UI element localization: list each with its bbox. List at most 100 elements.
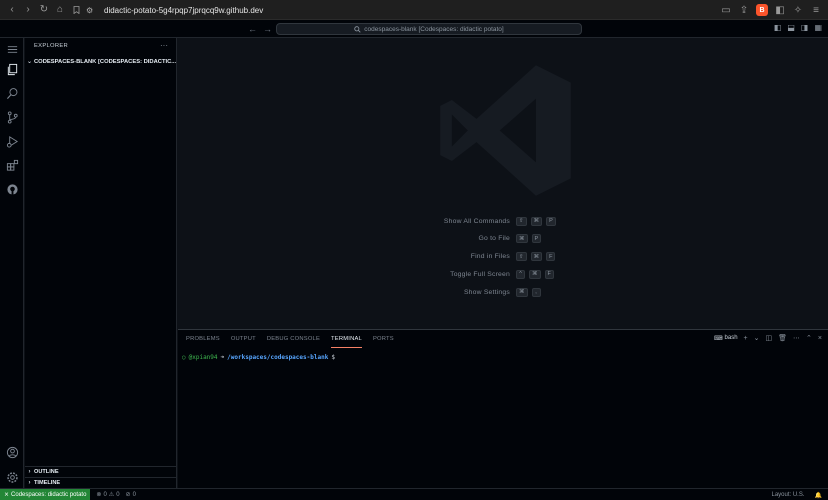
- brave-shield-icon[interactable]: B: [754, 2, 770, 18]
- source-control-icon[interactable]: [0, 106, 24, 128]
- settings-gear-icon[interactable]: [0, 466, 24, 488]
- trash-icon[interactable]: 🗑: [778, 334, 787, 342]
- terminal-shell-selector[interactable]: ⌨ bash: [714, 335, 738, 342]
- forward-icon[interactable]: ›: [20, 2, 36, 18]
- command-center-label: codespaces-blank [Codespaces: didactic p…: [364, 25, 504, 33]
- shortcut-label: Go to File: [478, 235, 510, 243]
- go-forward-icon[interactable]: →: [263, 24, 272, 34]
- shortcut-key: ,: [531, 287, 541, 297]
- reload-icon[interactable]: ↻: [36, 2, 52, 18]
- remote-label: Codespaces: didactic potato: [11, 491, 87, 498]
- shortcut-key: F: [544, 269, 554, 279]
- notifications-bell-icon[interactable]: 🔔: [815, 492, 822, 499]
- terminal-prompt[interactable]: ○ @xpian94 ➜ /workspaces/codespaces-blan…: [182, 354, 335, 361]
- customize-layout-icon[interactable]: ▦: [814, 23, 822, 32]
- menu-icon[interactable]: ≡: [808, 2, 824, 18]
- cast-icon[interactable]: ▭: [718, 2, 734, 18]
- tab-output[interactable]: OUTPUT: [231, 330, 256, 348]
- site-settings-icon[interactable]: ⚙: [86, 6, 98, 15]
- back-icon[interactable]: ‹: [4, 2, 20, 18]
- shortcut-label: Find in Files: [470, 253, 510, 261]
- warning-count: 0: [116, 491, 120, 498]
- more-actions-icon[interactable]: ···: [160, 41, 168, 50]
- search-icon: [354, 25, 361, 33]
- shortcut-label: Show Settings: [463, 288, 510, 296]
- ports-icon: ⊘: [125, 492, 131, 498]
- shortcut-label: Toggle Full Screen: [450, 270, 510, 278]
- chevron-down-icon[interactable]: ⌄: [754, 334, 760, 342]
- share-icon[interactable]: ⇪: [736, 2, 752, 18]
- panel-tabs: PROBLEMS OUTPUT DEBUG CONSOLE TERMINAL P…: [186, 330, 394, 348]
- shortcut-key: ⇧: [516, 216, 527, 226]
- more-actions-icon[interactable]: ⋯: [793, 334, 800, 342]
- prompt-symbol: $: [331, 354, 335, 361]
- chevron-down-icon: ⌄: [26, 59, 33, 65]
- prompt-status-icon: ○: [182, 354, 186, 361]
- maximize-panel-icon[interactable]: ⌃: [806, 334, 812, 342]
- run-debug-icon[interactable]: [0, 130, 24, 152]
- split-terminal-icon[interactable]: ◫: [766, 334, 773, 342]
- explorer-icon[interactable]: [0, 58, 24, 80]
- go-back-icon[interactable]: ←: [248, 24, 257, 34]
- shortcut-row[interactable]: Find in Files ⇧ ⌘ F: [408, 251, 608, 263]
- shortcut-row[interactable]: Toggle Full Screen ^ ⌘ F: [408, 268, 608, 280]
- editor-area[interactable]: Show All Commands ⇧ ⌘ P Go to File ⌘ P Find in …: [178, 38, 828, 329]
- warning-icon: ⚠: [108, 492, 115, 498]
- explorer-sidebar: EXPLORER ··· ⌄ CODESPACES-BLANK [CODESPA…: [25, 38, 177, 488]
- timeline-section-header[interactable]: › TIMELINE: [25, 477, 177, 488]
- tab-ports[interactable]: PORTS: [373, 330, 394, 348]
- problems-status[interactable]: ⊗ 0 ⚠ 0: [96, 491, 120, 499]
- chevron-right-icon: ›: [28, 480, 31, 486]
- remote-indicator[interactable]: ⨯ Codespaces: didactic potato: [0, 488, 91, 500]
- shortcut-row[interactable]: Show All Commands ⇧ ⌘ P: [408, 215, 608, 227]
- menu-icon[interactable]: [0, 38, 24, 60]
- terminal-path: /workspaces/codespaces-blank: [227, 354, 329, 361]
- remote-icon: ⨯: [4, 492, 10, 498]
- url-text: didactic-potato-5g4rpqp7jprqcq9w.github.…: [104, 5, 264, 15]
- vscode-titlebar: ← → codespaces-blank [Codespaces: didact…: [0, 20, 828, 38]
- workspace-folder-label: CODESPACES-BLANK [CODESPACES: DIDACTIC..…: [34, 58, 177, 65]
- shortcut-key: ⌘: [530, 216, 543, 226]
- shortcut-row[interactable]: Show Settings ⌘,: [408, 286, 608, 298]
- shortcut-key: P: [531, 234, 542, 244]
- tab-problems[interactable]: PROBLEMS: [186, 330, 220, 348]
- browser-toolbar: ‹ › ↻ ⌂ ⚙ didactic-potato-5g4rpqp7jprqcq…: [0, 0, 828, 20]
- activity-bar: [0, 38, 24, 488]
- bottom-panel: PROBLEMS OUTPUT DEBUG CONSOLE TERMINAL P…: [178, 329, 828, 488]
- terminal-user: @xpian94: [188, 354, 218, 361]
- leo-icon[interactable]: ✧: [790, 2, 806, 18]
- bookmark-icon[interactable]: [68, 2, 84, 18]
- tab-terminal[interactable]: TERMINAL: [331, 330, 362, 348]
- shell-name: bash: [724, 335, 738, 341]
- prompt-arrow: ➜: [220, 354, 225, 361]
- toggle-panel-icon[interactable]: ⬓: [787, 23, 795, 32]
- outline-section-header[interactable]: › OUTLINE: [25, 466, 177, 477]
- tab-debug-console[interactable]: DEBUG CONSOLE: [267, 330, 320, 348]
- extensions-icon[interactable]: [0, 154, 24, 176]
- sidebar-toggle-icon[interactable]: ◧: [772, 2, 788, 18]
- status-bar: ⨯ Codespaces: didactic potato ⊗ 0 ⚠ 0 ⊘ …: [0, 488, 828, 500]
- keyboard-layout[interactable]: Layout: U.S.: [771, 492, 804, 498]
- timeline-label: TIMELINE: [34, 480, 61, 486]
- workspace-folder-header[interactable]: ⌄ CODESPACES-BLANK [CODESPACES: DIDACTIC…: [25, 56, 177, 67]
- ports-status[interactable]: ⊘ 0: [125, 491, 136, 499]
- outline-label: OUTLINE: [34, 469, 59, 475]
- search-icon[interactable]: [0, 82, 24, 104]
- close-icon[interactable]: ×: [818, 335, 822, 342]
- home-icon[interactable]: ⌂: [52, 2, 68, 18]
- address-bar[interactable]: ⚙ didactic-potato-5g4rpqp7jprqcq9w.githu…: [86, 3, 771, 17]
- shortcut-key: ⌘: [516, 234, 528, 244]
- github-icon[interactable]: [0, 178, 24, 200]
- shortcut-key: ⌘: [530, 252, 543, 262]
- toggle-primary-sidebar-icon[interactable]: ◧: [774, 23, 782, 32]
- toggle-secondary-sidebar-icon[interactable]: ◨: [801, 23, 809, 32]
- error-count: 0: [103, 491, 107, 498]
- new-terminal-icon[interactable]: +: [744, 335, 748, 342]
- vscode-logo-watermark-icon: [440, 65, 571, 196]
- accounts-icon[interactable]: [0, 441, 24, 463]
- error-icon: ⊗: [96, 492, 102, 498]
- command-center[interactable]: codespaces-blank [Codespaces: didactic p…: [276, 23, 582, 35]
- shortcut-key: F: [546, 252, 556, 262]
- chevron-right-icon: ›: [28, 469, 31, 475]
- shortcut-row[interactable]: Go to File ⌘ P: [408, 233, 608, 245]
